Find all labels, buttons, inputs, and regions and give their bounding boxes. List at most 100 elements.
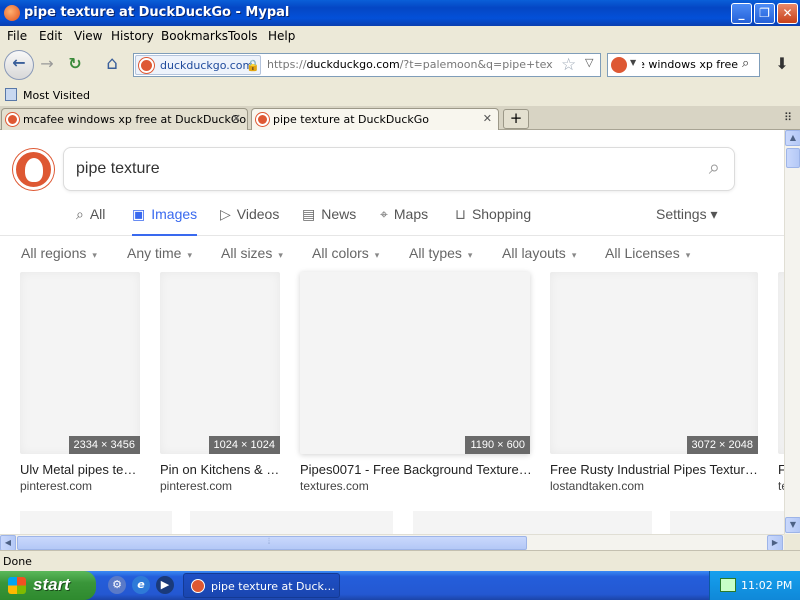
menu-file[interactable]: File bbox=[7, 29, 27, 43]
image-thumbnail[interactable] bbox=[20, 511, 172, 534]
chevron-down-icon: ▾ bbox=[685, 250, 691, 260]
tab-videos[interactable]: ▷ Videos bbox=[220, 206, 279, 236]
menu-history[interactable]: History bbox=[111, 29, 154, 43]
close-button[interactable]: ✕ bbox=[777, 3, 798, 24]
clock[interactable]: 11:02 PM bbox=[741, 579, 792, 592]
tab-bar: mcafee windows xp free at DuckDuckGo ✕ p… bbox=[0, 106, 800, 130]
image-thumbnail[interactable]: 1190 × 600 bbox=[300, 272, 530, 454]
filter-time[interactable]: Any time ▾ bbox=[127, 245, 192, 261]
vertical-scrollbar[interactable]: ▲ ▼ bbox=[784, 130, 800, 534]
media-player-icon[interactable]: ▶ bbox=[156, 576, 174, 594]
windows-logo-icon bbox=[8, 577, 26, 594]
tab-maps[interactable]: ⌖ Maps bbox=[380, 206, 428, 236]
filter-sizes[interactable]: All sizes ▾ bbox=[221, 245, 283, 261]
horizontal-scroll-thumb[interactable]: ⦙ bbox=[17, 536, 527, 550]
scroll-up-icon[interactable]: ▲ bbox=[785, 130, 800, 146]
chevron-down-icon: ▾ bbox=[571, 250, 577, 260]
search-engine-dropdown-icon[interactable]: ▼ bbox=[630, 58, 636, 67]
image-source[interactable]: lostandtaken.com bbox=[550, 479, 644, 493]
url-dropdown-icon[interactable]: ▽ bbox=[585, 56, 593, 69]
folder-icon bbox=[5, 88, 17, 101]
image-source[interactable]: pinterest.com bbox=[160, 479, 232, 493]
duckduckgo-logo-icon[interactable] bbox=[13, 149, 54, 190]
play-icon: ▷ bbox=[220, 206, 231, 222]
tab-close-icon[interactable]: ✕ bbox=[232, 112, 241, 125]
scroll-grip-icon: ⦙ bbox=[268, 537, 271, 547]
taskbar-item-browser[interactable]: pipe texture at Duck… bbox=[183, 573, 340, 598]
filter-colors[interactable]: All colors ▾ bbox=[312, 245, 379, 261]
image-thumbnail[interactable] bbox=[670, 511, 784, 534]
tab-label: mcafee windows xp free at DuckDuckGo bbox=[23, 113, 247, 126]
tab-list-icon[interactable]: ⠿ bbox=[784, 111, 792, 124]
image-title[interactable]: Ulv Metal pipes tex… bbox=[20, 462, 142, 477]
menu-edit[interactable]: Edit bbox=[39, 29, 62, 43]
tab-images[interactable]: ▣ Images bbox=[132, 206, 198, 236]
forward-button[interactable]: → bbox=[33, 52, 61, 78]
start-button[interactable]: start bbox=[0, 571, 96, 600]
menu-help[interactable]: Help bbox=[268, 29, 295, 43]
chevron-down-icon: ▾ bbox=[467, 250, 473, 260]
minimize-button[interactable]: _ bbox=[731, 3, 752, 24]
tab-shopping[interactable]: ⊔ Shopping bbox=[455, 206, 531, 236]
search-icon[interactable]: ⌕ bbox=[742, 56, 749, 71]
lock-icon: 🔒 bbox=[246, 59, 260, 72]
filter-licenses[interactable]: All Licenses ▾ bbox=[605, 245, 690, 261]
menu-view[interactable]: View bbox=[74, 29, 102, 43]
settings-dropdown[interactable]: Settings ▾ bbox=[656, 206, 718, 223]
ddg-search-input[interactable]: pipe texture ⌕ bbox=[63, 147, 735, 191]
site-identity-button[interactable]: duckduckgo.com 🔒 bbox=[135, 55, 261, 75]
search-icon[interactable]: ⌕ bbox=[709, 157, 720, 180]
scroll-right-icon[interactable]: ▶ bbox=[767, 535, 783, 551]
window-titlebar[interactable]: pipe texture at DuckDuckGo - Mypal _ ❐ ✕ bbox=[0, 0, 800, 26]
mypal-app-icon bbox=[191, 579, 205, 593]
filter-bar: All regions ▾ Any time ▾ All sizes ▾ All co… bbox=[0, 236, 784, 270]
image-thumbnail[interactable]: 3072 × 2048 bbox=[550, 272, 758, 454]
network-icon[interactable] bbox=[720, 578, 736, 592]
image-source[interactable]: textures.com bbox=[300, 479, 369, 493]
image-dimensions: 3072 × 2048 bbox=[686, 436, 758, 454]
image-thumbnail[interactable]: 1024 × 1024 bbox=[160, 272, 280, 454]
image-thumbnail[interactable] bbox=[413, 511, 652, 534]
menu-bookmarks[interactable]: Bookmarks bbox=[161, 29, 228, 43]
duckduckgo-favicon-icon bbox=[256, 113, 269, 126]
tab-news[interactable]: ▤ News bbox=[302, 206, 356, 236]
search-query[interactable]: pipe texture bbox=[76, 160, 160, 178]
image-thumbnail[interactable]: 2334 × 3456 bbox=[20, 272, 140, 454]
quicklaunch-settings-icon[interactable]: ⚙ bbox=[108, 576, 126, 594]
scroll-down-icon[interactable]: ▼ bbox=[785, 517, 800, 533]
image-title[interactable]: Free Rusty Industrial Pipes Texture… bbox=[550, 462, 760, 477]
taskbar: start ⚙ e ▶ pipe texture at Duck… 11:02 … bbox=[0, 571, 800, 600]
search-engine-icon[interactable] bbox=[611, 57, 627, 73]
image-title[interactable]: Pin on Kitchens & C… bbox=[160, 462, 282, 477]
filter-regions[interactable]: All regions ▾ bbox=[21, 245, 97, 261]
filter-types[interactable]: All types ▾ bbox=[409, 245, 472, 261]
home-button[interactable]: ⌂ bbox=[98, 52, 126, 78]
maximize-button[interactable]: ❐ bbox=[754, 3, 775, 24]
menu-tools[interactable]: Tools bbox=[228, 29, 258, 43]
horizontal-scrollbar[interactable]: ◀ ⦙ ▶ bbox=[0, 534, 784, 551]
image-source[interactable]: pinterest.com bbox=[20, 479, 92, 493]
tab-mcafee[interactable]: mcafee windows xp free at DuckDuckGo ✕ bbox=[1, 108, 248, 130]
bookmark-most-visited[interactable]: Most Visited bbox=[23, 89, 90, 102]
back-button[interactable]: ← bbox=[4, 50, 34, 80]
tab-all[interactable]: ⌕ All bbox=[76, 206, 105, 236]
mypal-app-icon[interactable] bbox=[4, 5, 20, 21]
image-thumbnail[interactable] bbox=[190, 511, 393, 534]
scroll-left-icon[interactable]: ◀ bbox=[0, 535, 16, 551]
internet-explorer-icon[interactable]: e bbox=[132, 576, 150, 594]
filter-layouts[interactable]: All layouts ▾ bbox=[502, 245, 576, 261]
image-title[interactable]: Pipes0071 - Free Background Texture … bbox=[300, 462, 532, 477]
downloads-button[interactable]: ⬇ bbox=[768, 52, 796, 78]
image-dimensions: 2334 × 3456 bbox=[68, 436, 140, 454]
search-bar-input[interactable]: ee windows xp free bbox=[642, 58, 738, 71]
bookmark-star-icon[interactable]: ☆ bbox=[561, 55, 576, 75]
url-bar[interactable]: duckduckgo.com 🔒 https://duckduckgo.com/… bbox=[133, 53, 601, 77]
tab-close-icon[interactable]: ✕ bbox=[483, 112, 492, 125]
search-bar[interactable]: ▼ ee windows xp free ⌕ bbox=[607, 53, 760, 77]
new-tab-button[interactable]: + bbox=[503, 109, 529, 129]
url-text[interactable]: https://duckduckgo.com/?t=palemoon&q=pip… bbox=[267, 58, 553, 71]
tab-pipe-texture[interactable]: pipe texture at DuckDuckGo ✕ bbox=[251, 108, 499, 130]
vertical-scroll-thumb[interactable] bbox=[786, 148, 800, 168]
reload-button[interactable]: ↻ bbox=[61, 52, 89, 78]
menu-bar: File Edit View History Bookmarks Tools H… bbox=[0, 26, 800, 46]
